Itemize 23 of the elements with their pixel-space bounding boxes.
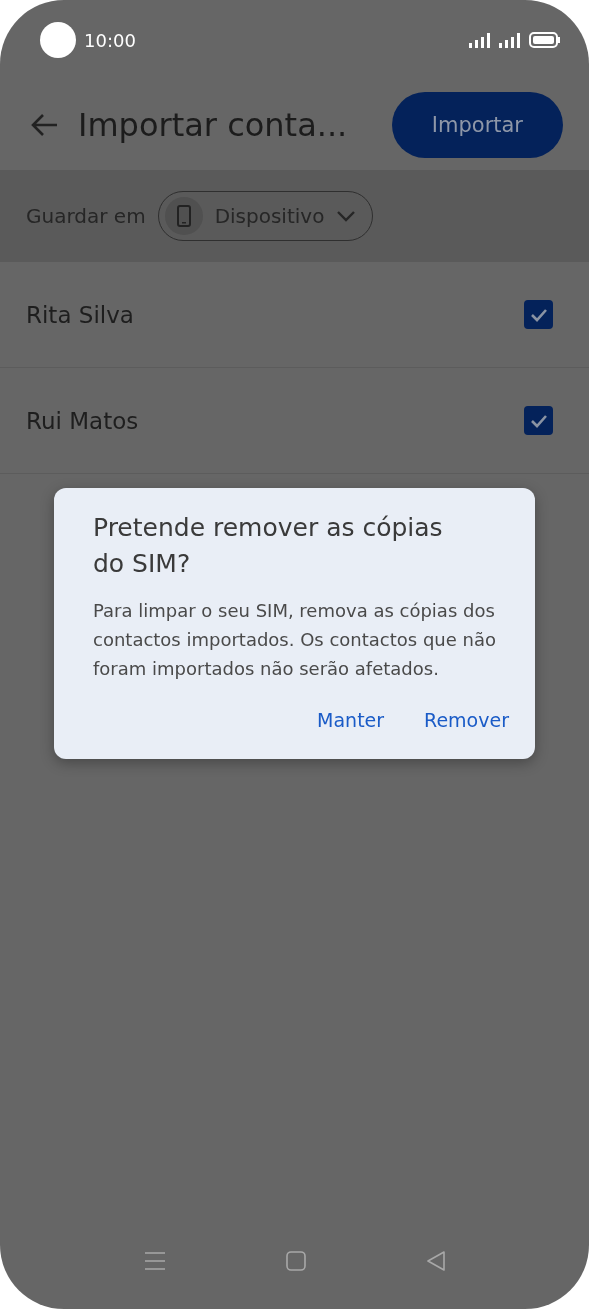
contact-row[interactable]: Rui Matos bbox=[0, 368, 589, 474]
home-icon[interactable] bbox=[285, 1251, 306, 1271]
dialog-message: Para limpar o seu SIM, remova as cópias dos contactos importados. Os contactos que não foram importados não serão afetados. bbox=[93, 599, 497, 681]
screen-title: Importar conta... bbox=[78, 106, 349, 144]
import-button[interactable]: Importar bbox=[391, 92, 563, 158]
chevron-down-icon bbox=[336, 210, 357, 222]
checkbox[interactable] bbox=[524, 406, 553, 435]
dialog-title: Pretende remover as cópias do SIM? bbox=[93, 512, 444, 580]
contact-name: Rita Silva bbox=[26, 301, 135, 328]
battery-icon bbox=[529, 32, 561, 48]
dialog-button[interactable]: Manter bbox=[317, 703, 385, 737]
contact-name: Rui Matos bbox=[26, 407, 140, 434]
checkbox[interactable] bbox=[524, 300, 553, 329]
menu-icon[interactable] bbox=[143, 1251, 166, 1271]
status-time: 10:00 bbox=[84, 29, 137, 51]
camera-cutout bbox=[40, 22, 76, 58]
signal-icon bbox=[499, 32, 521, 48]
back-icon[interactable] bbox=[425, 1251, 446, 1271]
back-arrow-icon[interactable] bbox=[30, 113, 58, 137]
contact-row[interactable]: Rita Silva bbox=[0, 262, 589, 368]
signal-icon bbox=[469, 32, 491, 48]
dialog-button[interactable]: Remover bbox=[424, 703, 509, 737]
phone-icon bbox=[164, 197, 203, 235]
